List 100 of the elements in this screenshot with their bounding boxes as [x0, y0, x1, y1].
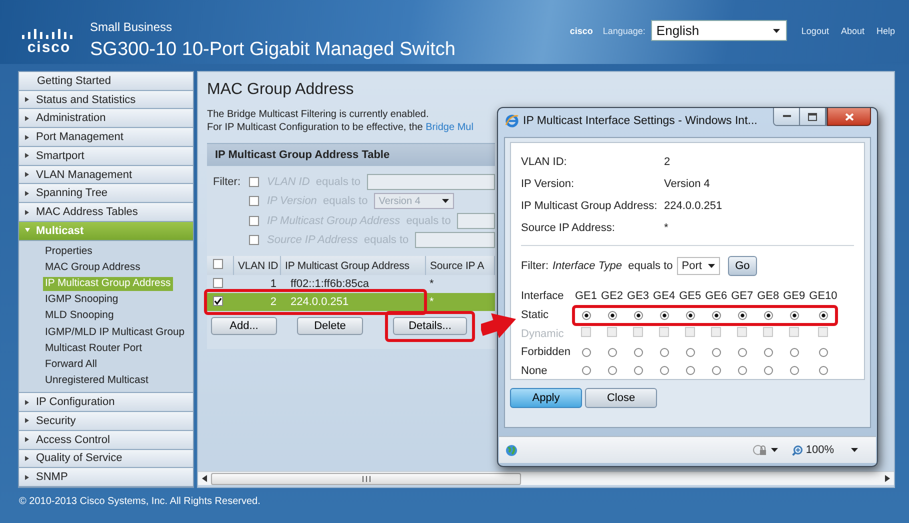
column-header: GE9 [782, 289, 806, 304]
row-label: Dynamic [521, 326, 565, 342]
copyright-text: © 2010-2013 Cisco Systems, Inc. All Rights Reserved. [18, 495, 262, 507]
go-button[interactable]: Go [728, 256, 757, 276]
caret-icon [851, 448, 858, 452]
nav-item[interactable]: MAC Address Tables [19, 203, 193, 222]
checkbox[interactable] [213, 259, 223, 269]
radio-button[interactable] [582, 348, 590, 357]
column-header: Interface [521, 289, 565, 304]
dialog-button[interactable]: Apply [510, 388, 582, 408]
radio-button[interactable] [764, 348, 773, 357]
nav-item[interactable]: Access Control [19, 430, 193, 450]
radio-button[interactable] [818, 348, 828, 357]
radio-button[interactable] [660, 348, 669, 357]
radio-button[interactable] [634, 366, 643, 376]
nav-item[interactable]: Smartport [19, 146, 193, 166]
filter-field[interactable] [366, 174, 495, 190]
nav-subitem[interactable]: MLD Snooping [43, 309, 116, 324]
radio-button[interactable] [712, 348, 721, 357]
action-button[interactable]: Details... [393, 317, 467, 335]
radio-button[interactable] [634, 310, 643, 320]
radio-button[interactable] [790, 348, 799, 357]
checkbox[interactable] [249, 216, 259, 226]
radio-button[interactable] [660, 310, 669, 320]
notice-text: For IP Multicast Configuration to be effective, the Bridge Mul [207, 121, 474, 134]
radio-button[interactable] [764, 310, 773, 320]
nav-item[interactable]: Getting Started [19, 72, 193, 91]
nav-subitem[interactable]: Multicast Router Port [43, 342, 144, 356]
nav-item[interactable]: IP Configuration [19, 393, 193, 412]
radio-button[interactable] [738, 366, 747, 376]
nav-subitem[interactable]: Unregistered Multicast [43, 374, 150, 388]
radio-button[interactable] [634, 348, 643, 357]
language-select[interactable]: English [651, 20, 788, 41]
action-button[interactable]: Delete [297, 317, 363, 335]
filter-field[interactable] [414, 232, 495, 248]
minimize-button[interactable] [774, 108, 800, 125]
nav-subitem[interactable]: Properties [43, 244, 94, 259]
nav-item[interactable]: Security [19, 412, 193, 431]
nav-item[interactable]: Status and Statistics [19, 90, 193, 110]
close-button[interactable] [827, 108, 871, 126]
checkbox[interactable] [249, 196, 259, 206]
radio-button[interactable] [818, 366, 828, 376]
header-link[interactable]: Logout [801, 26, 829, 36]
header-link[interactable]: About [840, 26, 864, 36]
nav-subitem[interactable]: IGMP Snooping [43, 293, 120, 308]
radio-button[interactable] [790, 366, 799, 376]
checkbox[interactable] [249, 235, 259, 246]
radio-button[interactable] [764, 366, 773, 376]
interface-type-select[interactable]: Port [676, 257, 720, 275]
security-button[interactable] [752, 444, 778, 456]
nav-item[interactable]: SNMP [19, 468, 193, 487]
column-header: GE7 [730, 289, 754, 304]
radio-button[interactable] [790, 310, 799, 320]
filter-label: Filter: [521, 260, 548, 272]
radio-button[interactable] [608, 348, 617, 357]
filter-field[interactable] [456, 212, 495, 229]
nav-item[interactable]: Administration [19, 109, 193, 128]
scroll-thumb[interactable] [211, 472, 521, 484]
radio-button[interactable] [738, 348, 747, 357]
radio-button[interactable] [818, 310, 828, 320]
nav-subitem[interactable]: Forward All [43, 358, 99, 372]
radio-button[interactable] [686, 310, 695, 320]
scrollbar[interactable] [198, 471, 894, 485]
caret-icon [773, 28, 780, 32]
checkbox[interactable] [213, 296, 223, 306]
table-title: IP Multicast Group Address Table [207, 144, 495, 166]
maximize-button[interactable] [800, 108, 826, 125]
action-button[interactable]: Add... [211, 317, 277, 335]
radio-button[interactable] [582, 310, 590, 320]
product-title: SG300-10 10-Port Gigabit Managed Switch [90, 38, 456, 62]
header-link[interactable]: Help [876, 26, 895, 36]
radio-button[interactable] [738, 310, 747, 320]
checkbox[interactable] [249, 176, 259, 187]
radio-button[interactable] [582, 366, 590, 376]
column-header: IP Multicast Group Address [280, 256, 426, 275]
zoom-button[interactable]: 100% [792, 444, 858, 456]
table-cell: 2 [234, 293, 280, 311]
nav-item[interactable]: Port Management [19, 128, 193, 147]
column-header: GE2 [600, 289, 624, 304]
radio-button[interactable] [712, 310, 721, 320]
nav-item[interactable]: VLAN Management [19, 166, 193, 184]
collapsed-arrow-icon [25, 474, 30, 480]
radio-button[interactable] [712, 366, 721, 376]
column-header: GE4 [652, 289, 676, 304]
nav-item[interactable]: Spanning Tree [19, 184, 193, 204]
radio-button[interactable] [608, 366, 617, 376]
dialog-button[interactable]: Close [585, 388, 657, 408]
nav-subitem[interactable]: MAC Group Address [43, 260, 142, 275]
radio-button[interactable] [608, 310, 617, 320]
radio-button[interactable] [686, 366, 695, 376]
checkbox[interactable] [213, 278, 223, 288]
caret-icon [708, 264, 715, 268]
nav-item[interactable]: Quality of Service [19, 450, 193, 468]
radio-button[interactable] [660, 366, 669, 376]
radio-button[interactable] [686, 348, 695, 357]
column-header: GE1 [574, 289, 598, 304]
nav-subitem[interactable]: IGMP/MLD IP Multicast Group [43, 326, 187, 340]
vendor-name: cisco [570, 26, 593, 36]
filter-label: Interface Type equals to [552, 260, 673, 272]
scroll-right-icon [885, 475, 890, 482]
